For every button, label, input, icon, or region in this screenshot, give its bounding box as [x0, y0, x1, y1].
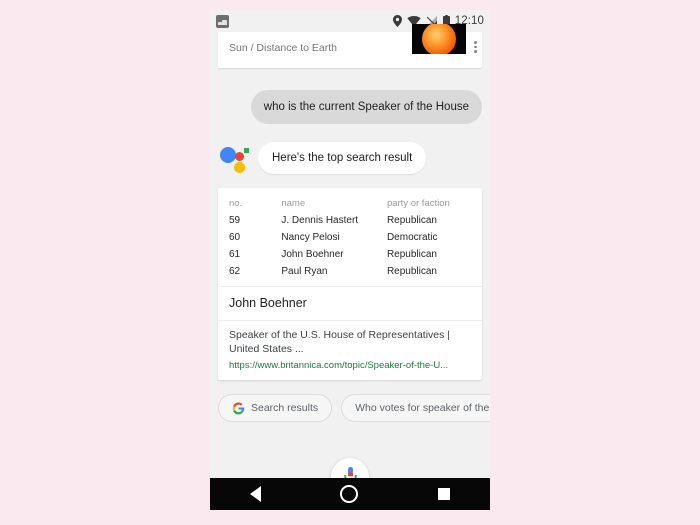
recents-square-icon[interactable]	[438, 488, 451, 500]
table-row: 61 John Boehner Republican	[218, 246, 482, 263]
table-header-row: no. name party or faction	[218, 194, 482, 212]
table-row: 59 J. Dennis Hastert Republican	[218, 212, 482, 229]
assistant-reply-row: Here's the top search result	[218, 142, 482, 175]
suggestion-chips: Search results Who votes for speaker of …	[218, 394, 490, 423]
table-row: 62 Paul Ryan Republican	[218, 263, 482, 286]
cell-name: J. Dennis Hastert	[281, 215, 359, 227]
kebab-menu-icon[interactable]	[474, 41, 477, 53]
home-circle-icon[interactable]	[340, 485, 359, 503]
table-body: 59 J. Dennis Hastert Republican 60 Nancy…	[218, 212, 482, 286]
google-assistant-logo	[220, 143, 250, 174]
google-mic-icon	[343, 466, 357, 478]
cell-no: 61	[229, 249, 241, 261]
cell-no: 62	[229, 266, 241, 278]
search-result-link[interactable]: Speaker of the U.S. House of Representat…	[218, 320, 482, 380]
search-result-snippet: Speaker of the U.S. House of Representat…	[229, 329, 451, 356]
sun-disc-graphic	[422, 24, 456, 54]
cell-no: 60	[229, 232, 241, 244]
cell-party: Democratic	[386, 232, 438, 244]
cell-party: Republican	[386, 249, 437, 261]
status-bar-notifications	[216, 14, 229, 28]
user-query-bubble: who is the current Speaker of the House	[250, 90, 482, 125]
location-pin-icon	[392, 15, 402, 27]
assistant-dot-blue	[220, 147, 236, 164]
chip-suggestion[interactable]: Who votes for speaker of the House	[341, 394, 490, 423]
answer-title: John Boehner	[218, 286, 482, 320]
column-header-no: no.	[229, 198, 243, 210]
conversation-area: who is the current Speaker of the House …	[210, 68, 490, 478]
sun-image[interactable]	[412, 24, 466, 54]
search-result-url: https://www.britannica.com/topic/Speaker…	[229, 360, 449, 372]
cell-name: Paul Ryan	[281, 266, 328, 278]
assistant-reply-bubble: Here's the top search result	[258, 142, 427, 175]
column-header-name: name	[281, 198, 306, 210]
kebab-dot	[474, 45, 477, 48]
android-navigation-bar	[210, 478, 490, 510]
phone-screen: 12:10 Sun / Distance to Earth who is the…	[210, 10, 490, 510]
cell-party: Republican	[386, 215, 437, 227]
cell-name: Nancy Pelosi	[281, 232, 340, 244]
cell-no: 59	[229, 215, 241, 227]
previous-result-card[interactable]: Sun / Distance to Earth	[218, 24, 482, 68]
google-g-icon	[232, 402, 245, 415]
table-row: 60 Nancy Pelosi Democratic	[218, 229, 482, 246]
assistant-dot-yellow	[234, 162, 245, 174]
table-header: no. name party or faction	[218, 194, 482, 212]
kebab-dot	[474, 41, 477, 44]
photo-icon	[216, 14, 229, 28]
cell-name: John Boehner	[281, 249, 344, 261]
mic-button[interactable]	[331, 458, 369, 478]
assistant-dot-green	[244, 148, 249, 154]
knowledge-card[interactable]: no. name party or faction 59 J. Dennis H…	[218, 188, 482, 381]
chip-suggestion-label: Who votes for speaker of the House	[355, 402, 490, 415]
chip-search-results[interactable]: Search results	[218, 394, 333, 423]
speakers-table: no. name party or faction 59 J. Dennis H…	[218, 194, 482, 286]
column-header-party: party or faction	[386, 198, 450, 210]
back-triangle-icon[interactable]	[249, 486, 261, 502]
previous-result-title: Sun / Distance to Earth	[229, 42, 337, 54]
user-query-row: who is the current Speaker of the House	[218, 90, 482, 125]
kebab-dot	[474, 50, 477, 53]
mic-button-wrap	[218, 458, 482, 478]
chip-search-results-label: Search results	[251, 402, 319, 415]
assistant-dot-red	[235, 152, 244, 162]
cell-party: Republican	[386, 266, 437, 278]
